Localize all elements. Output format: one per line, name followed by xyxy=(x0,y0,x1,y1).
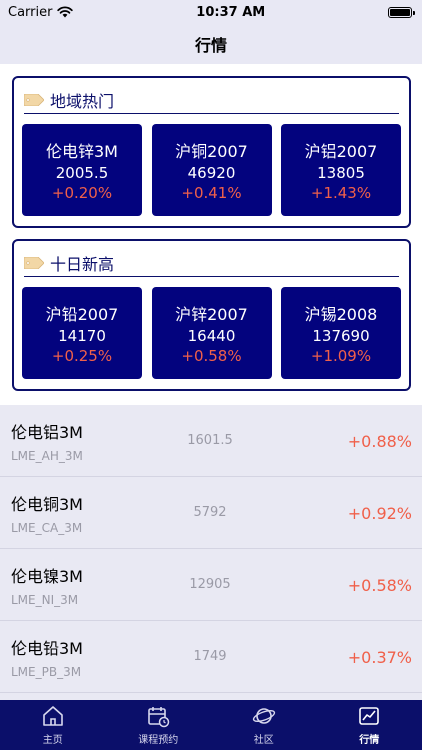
card-price: 13805 xyxy=(317,164,365,182)
ten-day-high-cards: 沪铅2007 14170 +0.25% 沪锌2007 16440 +0.58% … xyxy=(22,287,401,379)
ten-day-high-title: 十日新高 xyxy=(50,254,115,274)
item-change: +0.58% xyxy=(347,576,412,595)
battery-icon xyxy=(388,6,415,18)
tag-icon xyxy=(24,256,44,269)
quote-card[interactable]: 伦电锌3M 2005.5 +0.20% xyxy=(22,124,142,216)
card-name: 沪铝2007 xyxy=(304,142,378,161)
status-bar: Carrier 10:37 AM xyxy=(0,0,422,24)
planet-icon xyxy=(252,708,275,724)
tab-label: 社区 xyxy=(253,735,274,746)
quote-card[interactable]: 沪铅2007 14170 +0.25% xyxy=(22,287,142,379)
item-price: 1601.5 xyxy=(187,433,233,448)
card-name: 沪锡2008 xyxy=(304,305,378,324)
card-name: 沪铜2007 xyxy=(175,142,248,161)
list-item[interactable]: 伦电铝3M LME_AH_3M 1601.5 +0.88% xyxy=(0,405,422,477)
item-name: 伦电铜3M xyxy=(11,495,83,514)
item-change: +0.88% xyxy=(347,432,412,451)
chart-icon xyxy=(359,707,380,725)
card-price: 2005.5 xyxy=(55,164,109,182)
wifi-icon xyxy=(57,6,74,18)
item-code: LME_CA_3M xyxy=(11,521,83,535)
hot-region-title: 地域热门 xyxy=(50,91,115,111)
card-name: 沪锌2007 xyxy=(175,305,248,324)
item-code: LME_PB_3M xyxy=(11,665,82,679)
card-change: +0.41% xyxy=(181,184,242,202)
hot-region-header: 地域热门 xyxy=(24,86,399,114)
card-change: +0.20% xyxy=(51,184,113,202)
card-change: +0.58% xyxy=(181,347,242,365)
list-item[interactable]: 伦电铜3M LME_CA_3M 5792 +0.92% xyxy=(0,477,422,549)
tab-label: 课程预约 xyxy=(138,735,179,746)
status-left: Carrier xyxy=(8,4,74,20)
list-item[interactable]: 伦电镍3M LME_NI_3M 12905 +0.58% xyxy=(0,549,422,621)
ten-day-high-header: 十日新高 xyxy=(24,249,399,277)
tab-community[interactable]: 社区 xyxy=(211,700,317,750)
item-price: 12905 xyxy=(189,577,231,592)
item-price: 5792 xyxy=(193,505,227,520)
item-change: +0.37% xyxy=(347,648,412,667)
hot-region-panel: 地域热门 伦电锌3M 2005.5 +0.20% 沪铜2007 46920 +0… xyxy=(12,76,411,228)
card-price: 46920 xyxy=(187,164,236,182)
card-price: 137690 xyxy=(312,327,370,345)
item-name: 伦电铅3M xyxy=(11,639,83,658)
item-name: 伦电镍3M xyxy=(11,567,83,586)
item-code: LME_AH_3M xyxy=(11,449,83,463)
navigation-bar: 行情 xyxy=(0,24,422,64)
list-item[interactable]: 伦电铅3M LME_PB_3M 1749 +0.37% xyxy=(0,621,422,693)
ten-day-high-panel: 十日新高 沪铅2007 14170 +0.25% 沪锌2007 16440 +0… xyxy=(12,239,411,391)
tab-label: 主页 xyxy=(42,735,63,746)
quote-card[interactable]: 沪铝2007 13805 +1.43% xyxy=(281,124,401,216)
tab-bar: 主页 课程预约 社区 行情 xyxy=(0,700,422,750)
carrier-label: Carrier xyxy=(8,4,53,20)
tab-label: 行情 xyxy=(359,735,380,746)
card-name: 沪铅2007 xyxy=(45,305,119,324)
card-price: 16440 xyxy=(187,327,236,345)
tag-icon xyxy=(24,93,44,106)
home-icon xyxy=(42,706,63,726)
battery-level xyxy=(390,8,410,16)
quote-card[interactable]: 沪锡2008 137690 +1.09% xyxy=(281,287,401,379)
calendar-icon xyxy=(148,707,170,728)
quote-card[interactable]: 沪锌2007 16440 +0.58% xyxy=(151,287,272,379)
card-name: 伦电锌3M xyxy=(46,142,118,161)
card-price: 14170 xyxy=(58,327,106,345)
item-change: +0.92% xyxy=(347,504,412,523)
page-title: 行情 xyxy=(194,36,227,55)
card-change: +1.09% xyxy=(310,347,372,365)
status-time: 10:37 AM xyxy=(196,4,266,20)
item-name: 伦电铝3M xyxy=(11,423,83,442)
tab-home[interactable]: 主页 xyxy=(0,700,106,750)
quote-card[interactable]: 沪铜2007 46920 +0.41% xyxy=(151,124,272,216)
item-price: 1749 xyxy=(193,649,227,664)
item-code: LME_NI_3M xyxy=(11,593,79,607)
tab-market[interactable]: 行情 xyxy=(317,700,422,750)
card-change: +0.25% xyxy=(51,347,113,365)
card-change: +1.43% xyxy=(310,184,372,202)
tab-course-booking[interactable]: 课程预约 xyxy=(106,700,212,750)
quote-list: 伦电铝3M LME_AH_3M 1601.5 +0.88% 伦电铜3M LME_… xyxy=(0,405,422,700)
hot-region-cards: 伦电锌3M 2005.5 +0.20% 沪铜2007 46920 +0.41% … xyxy=(22,124,401,216)
